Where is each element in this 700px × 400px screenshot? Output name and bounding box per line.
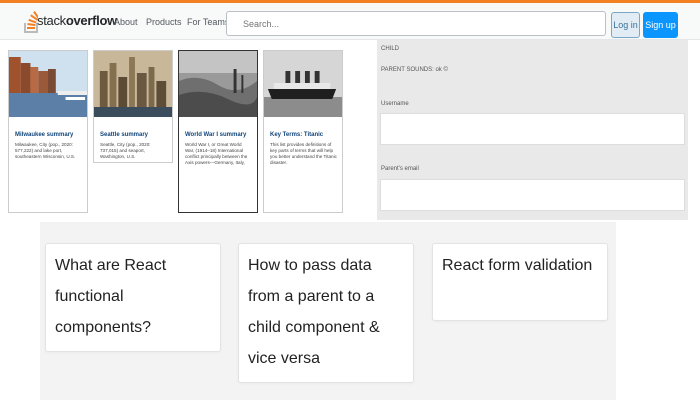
parent-label: PARENT SOUNDS: ok © [381, 67, 448, 73]
logo-text-plain: stack [37, 13, 66, 28]
question-title[interactable]: React form validation [433, 244, 607, 281]
question-card[interactable]: What are React functional components? [45, 243, 221, 352]
topic-card-titanic[interactable]: Key Terms: Titanic This list provides de… [263, 50, 343, 213]
topic-title[interactable]: Seattle summary [100, 132, 172, 138]
milwaukee-image [9, 51, 87, 117]
login-button[interactable]: Log in [611, 12, 640, 38]
question-title[interactable]: How to pass data from a parent to a chil… [239, 244, 413, 374]
question-card[interactable]: How to pass data from a parent to a chil… [238, 243, 414, 383]
world-war-image [179, 51, 257, 117]
topic-card-seattle[interactable]: Seattle summary Seattle, City (pop., 202… [93, 50, 173, 163]
form-panel: CHILD PARENT SOUNDS: ok © Username Paren… [377, 40, 688, 220]
nav-products[interactable]: Products [146, 17, 182, 27]
topic-body: Milwaukee, City (pop., 2020: 577,222) an… [15, 142, 76, 159]
topic-body: Seattle, City (pop., 2020: 737,015) and … [100, 142, 151, 159]
search-box[interactable] [226, 11, 606, 36]
titanic-image [264, 51, 342, 117]
topic-card-milwaukee[interactable]: Milwaukee summary Milwaukee, City (pop.,… [8, 50, 88, 213]
username-label: Username [381, 101, 409, 107]
topic-card-world-war-i[interactable]: World War I summary World War I, or Grea… [178, 50, 258, 213]
parent-email-field[interactable] [380, 179, 685, 211]
topic-title[interactable]: Key Terms: Titanic [270, 132, 342, 138]
parent-email-label: Parent's email [381, 166, 419, 172]
search-input[interactable] [243, 12, 598, 35]
signup-button[interactable]: Sign up [643, 12, 678, 38]
stack-logo-icon [24, 11, 38, 33]
question-title[interactable]: What are React functional components? [46, 244, 220, 343]
topic-title[interactable]: World War I summary [185, 132, 257, 138]
logo-wordmark[interactable]: stackoverflow [37, 13, 117, 28]
child-label: CHILD [381, 46, 400, 52]
topic-body: World War I, or Great World War, (1914–1… [185, 142, 248, 165]
seattle-image [94, 51, 172, 117]
nav-for-teams[interactable]: For Teams [187, 17, 229, 27]
username-field[interactable] [380, 113, 685, 145]
questions-area: What are React functional components? Ho… [40, 222, 616, 400]
logo-text-bold: overflow [65, 13, 117, 28]
topic-body: This list provides definitions of key pa… [270, 142, 337, 165]
topic-title[interactable]: Milwaukee summary [15, 132, 87, 138]
nav-about[interactable]: About [114, 17, 138, 27]
site-header: stackoverflow About Products For Teams L… [0, 3, 700, 40]
question-card[interactable]: React form validation [432, 243, 608, 321]
